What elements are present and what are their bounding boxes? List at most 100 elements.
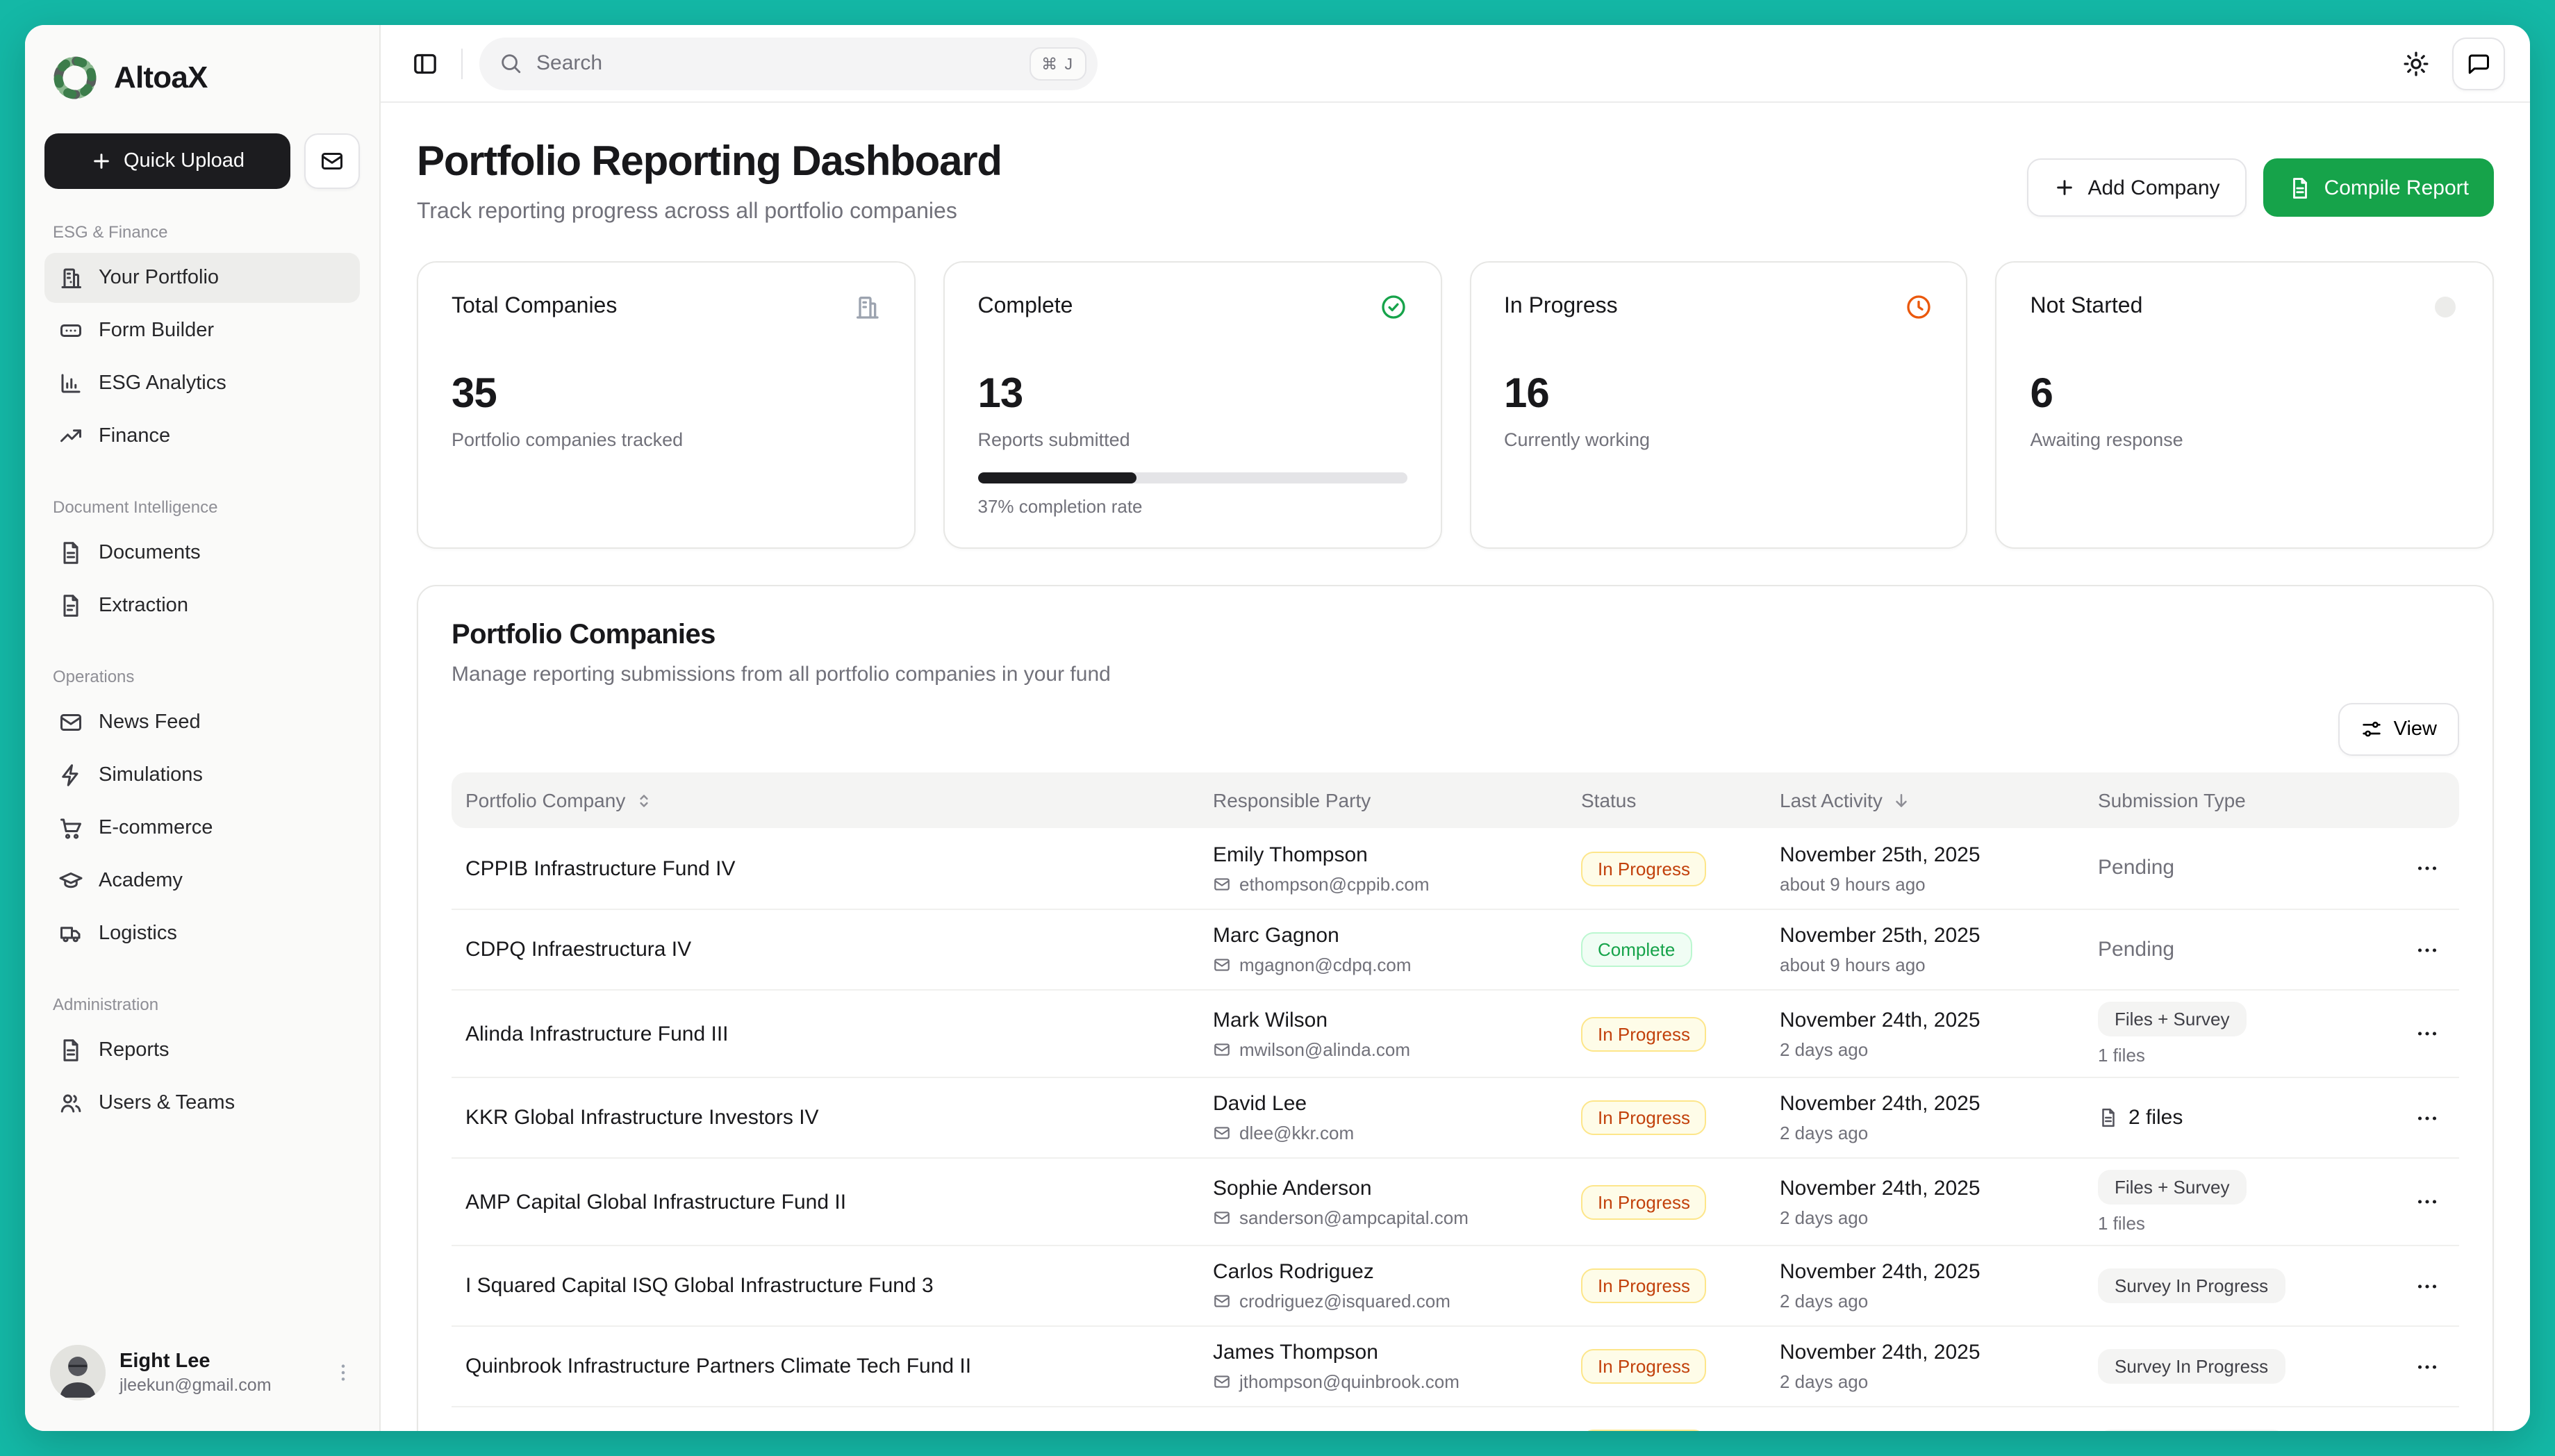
sidebar-item-users-teams[interactable]: Users & Teams: [44, 1078, 360, 1128]
sidebar-item-label: Form Builder: [99, 320, 214, 342]
submission-type-badge: Survey In Progress: [2098, 1349, 2285, 1384]
submission-type: Pending: [2098, 937, 2174, 961]
table-row[interactable]: I Squared Capital ISQ Global Infrastruct…: [452, 1245, 2459, 1325]
stat-value: 13: [978, 371, 1407, 418]
sidebar-item-news-feed[interactable]: News Feed: [44, 697, 360, 747]
contact-name: Carlos Rodriguez: [1213, 1260, 1567, 1284]
activity-date: November 24th, 2025: [1780, 1260, 2084, 1284]
sidebar-item-extraction[interactable]: Extraction: [44, 581, 360, 631]
sidebar-item-label: Extraction: [99, 595, 188, 617]
search-shortcut-badge: ⌘ J: [1029, 47, 1086, 80]
sidebar-item-form-builder[interactable]: Form Builder: [44, 306, 360, 356]
check-circle-icon: [1379, 293, 1407, 321]
feedback-button[interactable]: [2452, 37, 2505, 90]
plus-icon: [90, 150, 113, 172]
sidebar-item-label: Your Portfolio: [99, 267, 219, 289]
contact-email: mwilson@alinda.com: [1213, 1039, 1567, 1059]
user-email: jleekun@gmail.com: [119, 1375, 318, 1395]
topbar: ⌘ J: [381, 25, 2530, 103]
view-label: View: [2394, 718, 2437, 741]
row-actions-button[interactable]: [2365, 1105, 2459, 1130]
sidebar-item-finance[interactable]: Finance: [44, 411, 360, 461]
sidebar: AltoaX Quick Upload ESG & Finance Your P…: [25, 25, 381, 1431]
status-badge: Complete: [1581, 932, 1692, 967]
email-text: sanderson@ampcapital.com: [1239, 1207, 1469, 1227]
add-company-button[interactable]: Add Company: [2026, 158, 2246, 217]
submission-type-badge: Survey In Progress: [2098, 1268, 2285, 1303]
contact-email: dlee@kkr.com: [1213, 1123, 1567, 1143]
mail-icon: [1213, 1208, 1231, 1226]
divider: [461, 48, 463, 78]
sidebar-toggle-button[interactable]: [406, 44, 445, 83]
user-menu[interactable]: Eight Lee jleekun@gmail.com: [44, 1337, 360, 1409]
row-actions-button[interactable]: [2365, 1354, 2459, 1379]
table-row[interactable]: CPPIB Infrastructure Fund IV Emily Thomp…: [452, 828, 2459, 909]
status-badge: In Progress: [1581, 1016, 1707, 1051]
section-label-operations: Operations: [53, 667, 352, 686]
table-row[interactable]: CDPQ Infraestructura IV Marc Gagnon mgag…: [452, 909, 2459, 989]
contact-name: Mark Wilson: [1213, 1008, 1567, 1032]
completion-rate-label: 37% completion rate: [978, 496, 1407, 517]
table-row[interactable]: KKR Global Infrastructure Investors IV D…: [452, 1077, 2459, 1157]
mail-icon: [1213, 1373, 1231, 1391]
app-window: AltoaX Quick Upload ESG & Finance Your P…: [25, 25, 2530, 1431]
row-actions-button[interactable]: [2365, 1189, 2459, 1214]
sliders-icon: [2360, 718, 2383, 741]
panel-left-icon: [411, 49, 439, 77]
sidebar-item-ecommerce[interactable]: E-commerce: [44, 803, 360, 853]
column-header-last-activity[interactable]: Last Activity: [1766, 789, 2084, 811]
contact-email: crodriguez@isquared.com: [1213, 1291, 1567, 1312]
page-subtitle: Track reporting progress across all port…: [417, 200, 1002, 225]
sidebar-item-academy[interactable]: Academy: [44, 856, 360, 906]
contact-name: Marc Gagnon: [1213, 924, 1567, 948]
activity-relative: about 9 hours ago: [1780, 954, 2084, 975]
contact-email: mgagnon@cdpq.com: [1213, 954, 1567, 975]
content: Portfolio Reporting Dashboard Track repo…: [381, 103, 2530, 1431]
row-actions-button[interactable]: [2365, 1021, 2459, 1046]
section-label-administration: Administration: [53, 995, 352, 1014]
theme-toggle-button[interactable]: [2397, 44, 2436, 83]
row-actions-button[interactable]: [2365, 937, 2459, 962]
form-input-icon: [58, 318, 83, 343]
stat-caption: Reports submitted: [978, 429, 1407, 450]
search-input[interactable]: [536, 51, 1015, 75]
files-count: 1 files: [2098, 1213, 2365, 1234]
graduation-cap-icon: [58, 868, 83, 893]
table-header: Portfolio Company Responsible Party Stat…: [452, 772, 2459, 828]
contact-name: Emily Thompson: [1213, 843, 1567, 866]
compile-report-button[interactable]: Compile Report: [2263, 158, 2494, 217]
inbox-button[interactable]: [304, 133, 360, 189]
sidebar-item-simulations[interactable]: Simulations: [44, 750, 360, 800]
stat-cards: Total Companies 35 Portfolio companies t…: [417, 261, 2494, 549]
sidebar-item-logistics[interactable]: Logistics: [44, 909, 360, 959]
altoax-wreath-logo-icon: [50, 53, 100, 103]
sidebar-item-esg-analytics[interactable]: ESG Analytics: [44, 358, 360, 408]
quick-upload-button[interactable]: Quick Upload: [44, 133, 290, 189]
email-text: dlee@kkr.com: [1239, 1123, 1354, 1143]
row-actions-button[interactable]: [2365, 1273, 2459, 1298]
search-bar[interactable]: ⌘ J: [479, 37, 1098, 90]
status-badge: In Progress: [1581, 1349, 1707, 1384]
table-row[interactable]: Quinbrook Infrastructure Partners Climat…: [452, 1325, 2459, 1406]
column-header-portfolio-company[interactable]: Portfolio Company: [452, 789, 1199, 811]
section-label-document-intelligence: Document Intelligence: [53, 497, 352, 517]
sun-icon: [2402, 49, 2430, 77]
table-row[interactable]: Copenhagen Infrastructure Partners VI La…: [452, 1406, 2459, 1431]
sidebar-item-label: ESG Analytics: [99, 372, 226, 395]
more-vertical-icon[interactable]: [332, 1362, 354, 1384]
view-options-button[interactable]: View: [2338, 703, 2459, 756]
plus-icon: [2053, 176, 2075, 199]
row-actions-button[interactable]: [2365, 856, 2459, 881]
add-company-label: Add Company: [2087, 176, 2219, 199]
building-icon: [853, 293, 881, 321]
sidebar-item-your-portfolio[interactable]: Your Portfolio: [44, 253, 360, 303]
company-name: KKR Global Infrastructure Investors IV: [452, 1106, 1199, 1130]
table-row[interactable]: AMP Capital Global Infrastructure Fund I…: [452, 1157, 2459, 1245]
table-row[interactable]: Alinda Infrastructure Fund III Mark Wils…: [452, 989, 2459, 1077]
sidebar-item-documents[interactable]: Documents: [44, 528, 360, 578]
company-name: CPPIB Infrastructure Fund IV: [452, 857, 1199, 880]
sidebar-item-label: Logistics: [99, 923, 177, 945]
sidebar-item-reports[interactable]: Reports: [44, 1025, 360, 1075]
stat-card-in-progress: In Progress 16 Currently working: [1469, 261, 1968, 549]
contact-email: sanderson@ampcapital.com: [1213, 1207, 1567, 1227]
